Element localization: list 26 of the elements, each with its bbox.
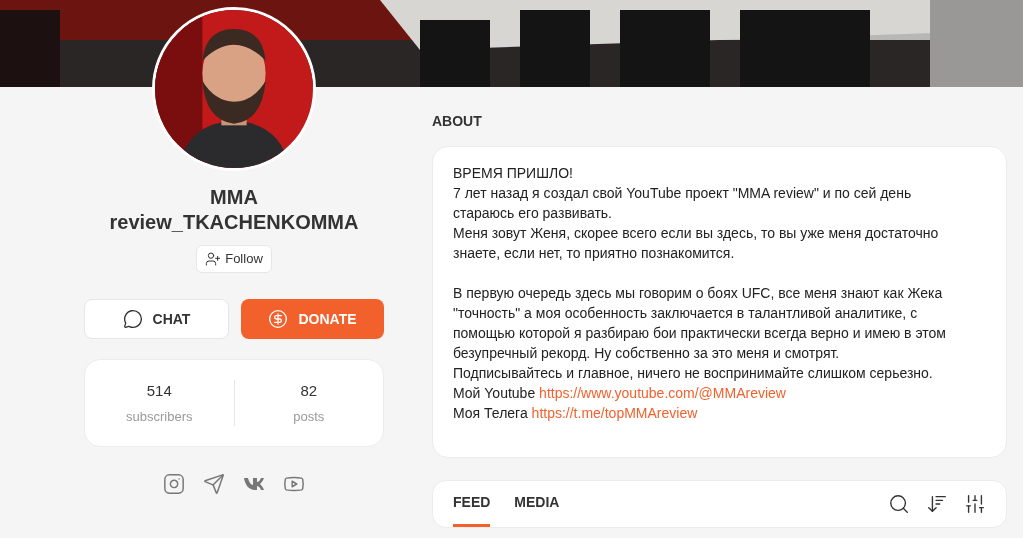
section-title: ABOUT [432,112,483,131]
feed-tab[interactable]: FEED [453,481,491,527]
profile-name: MMA review_TKACHENKOMMA [108,185,360,235]
about-text: 7 лет назад я создал свой YouTube проект "MMA review" и по сей день стараюсь его развивать. [453,184,913,223]
sort-icon[interactable] [926,493,948,515]
user-plus-icon [205,251,222,267]
search-icon[interactable] [888,493,910,515]
camera-icon[interactable] [163,473,185,495]
stat-label: posts [293,407,325,426]
about-text: ВРЕМЯ ПРИШЛО! [453,164,574,183]
about-text: В первую очередь здесь мы говорим о боях UFC, все меня знают как Жека "точность" а моя особенность заключается в талантливой аналитике, с помощью которой я разбираю бои практически всегда верно и имею в этом безупречный рекорд. Ну собственно за это меня и смотрят. [453,284,947,363]
feed-tab[interactable]: MEDIA [514,481,560,527]
chat-button[interactable]: CHAT [84,299,229,339]
about-text: Меня зовут Женя, скорее всего если вы здесь, то вы уже меня достаточно знаете, если нет, то приятно познакомится. [453,224,940,263]
about-text: Моя Телега https://t.me/topMMAreview [453,404,699,423]
stat-label: subscribers [126,407,193,426]
sliders-icon[interactable] [964,493,986,515]
stat-value: 514 [146,381,172,401]
dollar-coin-icon [268,309,289,329]
chat-bubble-icon [122,309,143,329]
follow-button[interactable]: Follow [196,245,272,273]
stat-value: 82 [300,381,318,401]
about-text: Мой Youtube https://www.youtube.com/@MMAreview [453,384,787,403]
paper-plane-icon[interactable] [203,473,225,495]
vk-icon[interactable] [243,477,265,491]
about-text: Подписывайтесь и главное, ничего не воспринимайте слишком серьезно. [453,364,934,383]
